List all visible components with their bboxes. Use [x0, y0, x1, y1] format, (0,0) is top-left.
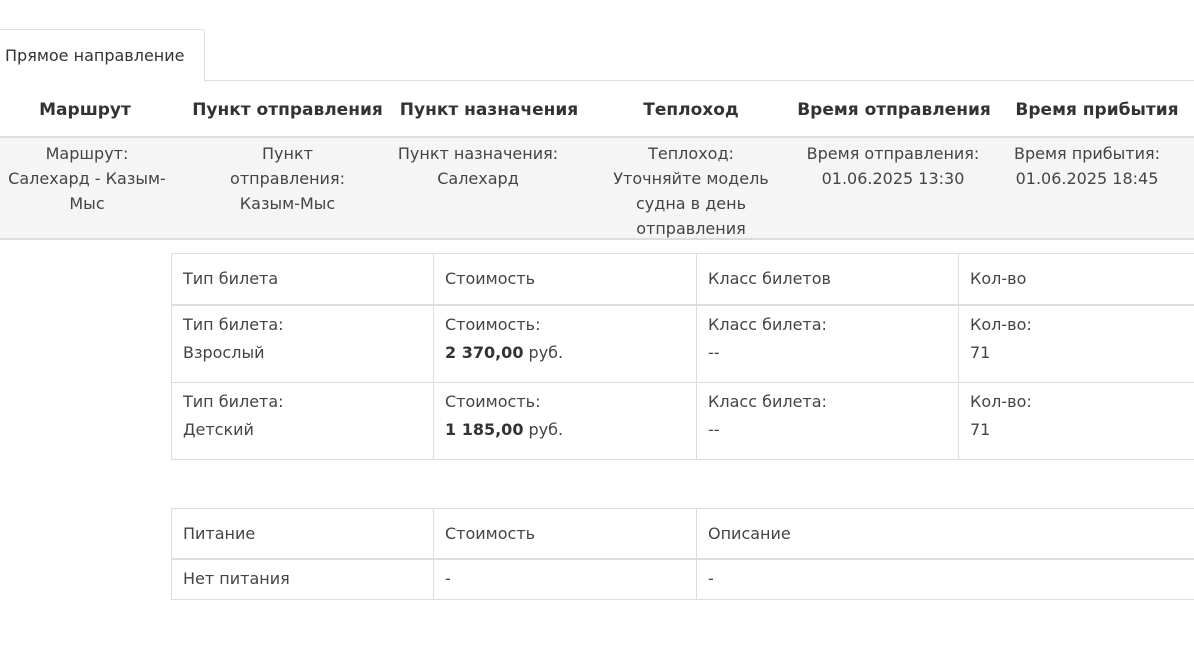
route-row: Маршрут: Салехард - Казым-Мыс Пункт отпр… — [0, 138, 1194, 240]
tab-direct-direction[interactable]: Прямое направление — [0, 29, 205, 82]
meal-description-cell: - — [696, 558, 1194, 600]
meal-name-header: Питание — [171, 508, 434, 560]
arrival-time-value: 01.06.2025 18:45 — [1015, 169, 1159, 188]
ticket-class-label: Класс билета: — [708, 391, 827, 411]
ticket-qty-label: Кол-во: — [970, 315, 1032, 334]
meals-table: Питание Стоимость Описание Нет питания -… — [171, 508, 1194, 600]
ticket-qty-header: Кол-во — [958, 253, 1194, 306]
destination-point-label: Пункт назначения: — [397, 144, 559, 163]
destination-point-cell: Пункт назначения: Салехард — [388, 141, 568, 191]
header-departure-time: Время отправления — [797, 100, 991, 120]
departure-point-value: Казым-Мыс — [239, 194, 336, 213]
ticket-price-label: Стоимость: — [445, 391, 541, 411]
ticket-price-label: Стоимость: — [445, 315, 541, 334]
tab-bar: Прямое направление — [0, 0, 1194, 82]
departure-time-value: 01.06.2025 13:30 — [821, 169, 965, 188]
ticket-qty-label: Кол-во: — [970, 391, 1032, 411]
ticket-class-header: Класс билетов — [696, 253, 959, 306]
ticket-type-label: Тип билета: — [183, 315, 284, 334]
arrival-time-cell: Время прибытия: 01.06.2025 18:45 — [1001, 141, 1173, 191]
meal-price-cell: - — [433, 558, 697, 600]
tickets-table: Тип билета Стоимость Класс билетов Кол-в… — [171, 253, 1194, 460]
ticket-price-value: 2 370,00 — [445, 343, 524, 362]
meal-name-cell: Нет питания — [171, 558, 434, 600]
ticket-type-cell: Тип билета: Взрослый — [171, 304, 434, 383]
tickets-header-row: Тип билета Стоимость Класс билетов Кол-в… — [171, 253, 1194, 306]
ticket-price-value: 1 185,00 — [445, 419, 524, 439]
currency: руб. — [528, 343, 564, 362]
ticket-price-cell: Стоимость: 1 185,00 руб. — [433, 381, 697, 460]
route-table-header: Маршрут Пункт отправления Пункт назначен… — [0, 82, 1194, 138]
meal-price-header: Стоимость — [433, 508, 697, 560]
departure-time-cell: Время отправления: 01.06.2025 13:30 — [803, 141, 983, 191]
route-value: Салехард - Казым-Мыс — [8, 169, 166, 213]
ticket-type-value: Детский — [183, 419, 254, 439]
ticket-class-cell: Класс билета: -- — [696, 381, 959, 460]
ticket-class-cell: Класс билета: -- — [696, 304, 959, 383]
ticket-price-header: Стоимость — [433, 253, 697, 306]
ticket-qty-value: 71 — [970, 343, 991, 362]
header-destination-point: Пункт назначения — [399, 100, 579, 120]
meals-header-row: Питание Стоимость Описание — [171, 508, 1194, 560]
ticket-price-cell: Стоимость: 2 370,00 руб. — [433, 304, 697, 383]
ticket-type-value: Взрослый — [183, 343, 265, 362]
route-cell: Маршрут: Салехард - Казым-Мыс — [0, 141, 180, 216]
ticket-type-header: Тип билета — [171, 253, 434, 306]
header-ship: Теплоход — [643, 100, 739, 120]
header-departure-point: Пункт отправления — [192, 100, 383, 120]
table-row: Тип билета: Взрослый Стоимость: 2 370,00 р… — [171, 304, 1194, 383]
ship-cell: Теплоход: Уточняйте модель судна в день … — [601, 141, 781, 241]
ship-label: Теплоход: — [648, 144, 734, 163]
currency: руб. — [528, 419, 564, 439]
departure-point-label: Пункт отправления: — [230, 144, 345, 188]
ship-value: Уточняйте модель судна в день отправлени… — [613, 169, 769, 238]
destination-point-value: Салехард — [437, 169, 519, 188]
ticket-class-value: -- — [708, 343, 720, 362]
departure-point-cell: Пункт отправления: Казым-Мыс — [205, 141, 370, 216]
ticket-qty-cell: Кол-во: 71 — [958, 304, 1194, 383]
ticket-qty-cell: Кол-во: 71 — [958, 381, 1194, 460]
table-row: Тип билета: Детский Стоимость: 1 185,00 ру… — [171, 381, 1194, 460]
ticket-qty-value: 71 — [970, 419, 991, 439]
meal-description-header: Описание — [696, 508, 1194, 560]
header-arrival-time: Время прибытия — [1015, 100, 1179, 120]
ticket-type-label: Тип билета: — [183, 391, 284, 411]
ticket-class-value: -- — [708, 419, 720, 439]
table-row: Нет питания - - — [171, 558, 1194, 600]
ticket-type-cell: Тип билета: Детский — [171, 381, 434, 460]
ticket-class-label: Класс билета: — [708, 315, 827, 334]
header-route: Маршрут — [39, 100, 131, 120]
route-label: Маршрут: — [45, 144, 129, 163]
departure-time-label: Время отправления: — [806, 144, 980, 163]
arrival-time-label: Время прибытия: — [1013, 144, 1160, 163]
